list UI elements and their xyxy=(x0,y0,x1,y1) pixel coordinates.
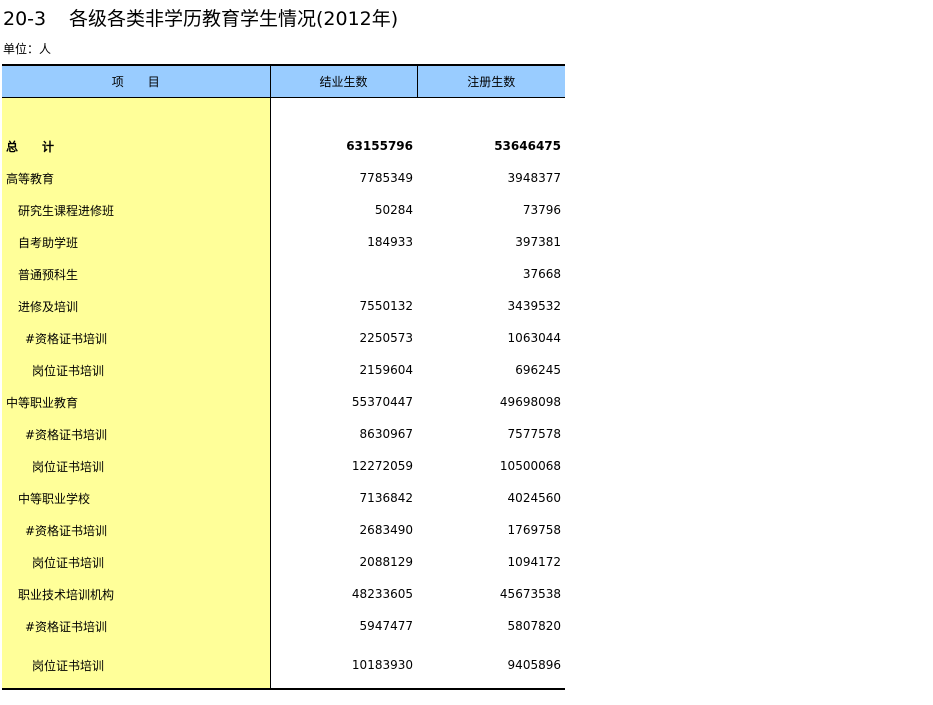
table-row: 高等教育 7785349 3948377 xyxy=(2,162,565,194)
header-row: 项 目 结业生数 注册生数 xyxy=(2,64,565,98)
row-label-cell: 中等职业学校 xyxy=(2,482,271,514)
row-label-cell: #资格证书培训 xyxy=(2,514,271,546)
registered-value: 1094172 xyxy=(507,555,561,569)
table-row: 岗位证书培训 2159604 696245 xyxy=(2,354,565,386)
table-row: 普通预科生 37668 xyxy=(2,258,565,290)
header-graduates: 结业生数 xyxy=(270,64,418,98)
graduates-value: 8630967 xyxy=(359,427,413,441)
row-label: #资格证书培训 xyxy=(25,331,108,346)
spacer-cell xyxy=(270,98,417,131)
row-label-cell: #资格证书培训 xyxy=(2,322,271,354)
row-label-cell: 中等职业教育 xyxy=(2,386,271,418)
graduates-value xyxy=(270,258,417,290)
unit-label: 单位：人 xyxy=(3,42,52,56)
registered-value: 696245 xyxy=(515,363,561,377)
table-row: #资格证书培训 2250573 1063044 xyxy=(2,322,565,354)
row-label-cell: #资格证书培训 xyxy=(2,418,271,450)
row-label: 研究生课程进修班 xyxy=(18,203,115,218)
registered-value: 397381 xyxy=(515,235,561,249)
table-row: 进修及培训 7550132 3439532 xyxy=(2,290,565,322)
registered-value: 53646475 xyxy=(494,139,561,153)
table-row: #资格证书培训 8630967 7577578 xyxy=(2,418,565,450)
row-label: 中等职业教育 xyxy=(6,395,79,410)
graduates-value: 2683490 xyxy=(359,523,413,537)
graduates-value: 7136842 xyxy=(359,491,413,505)
row-label-cell: 进修及培训 xyxy=(2,290,271,322)
row-label-cell: 高等教育 xyxy=(2,162,271,194)
graduates-value: 48233605 xyxy=(351,587,413,601)
row-label-cell: 岗位证书培训 xyxy=(2,354,271,386)
row-label: 普通预科生 xyxy=(18,267,79,282)
registered-value: 73796 xyxy=(522,203,561,217)
graduates-value: 50284 xyxy=(374,203,413,217)
table-number: 20-3 xyxy=(3,8,47,30)
table-row: 岗位证书培训 10183930 9405896 xyxy=(2,642,565,690)
graduates-value: 2159604 xyxy=(359,363,413,377)
registered-value: 37668 xyxy=(522,267,561,281)
registered-value: 7577578 xyxy=(507,427,561,441)
graduates-value: 10183930 xyxy=(270,642,417,690)
row-label: 岗位证书培训 xyxy=(32,459,105,474)
row-label: 岗位证书培训 xyxy=(32,363,105,378)
row-label: 总 计 xyxy=(6,139,55,154)
table-body: 总 计 63155796 53646475 高等教育 7785349 3948377 研究生… xyxy=(2,97,565,690)
table-row: #资格证书培训 2683490 1769758 xyxy=(2,514,565,546)
table-row: #资格证书培训 5947477 5807820 xyxy=(2,610,565,642)
row-label-cell: 岗位证书培训 xyxy=(2,642,271,690)
graduates-value: 184933 xyxy=(367,235,413,249)
table-row: 自考助学班 184933 397381 xyxy=(2,226,565,258)
row-label: #资格证书培训 xyxy=(25,523,108,538)
table-row: 职业技术培训机构 48233605 45673538 xyxy=(2,578,565,610)
registered-value: 1063044 xyxy=(507,331,561,345)
table-row: 岗位证书培训 12272059 10500068 xyxy=(2,450,565,482)
row-label: 高等教育 xyxy=(6,171,55,186)
table-row: 总 计 63155796 53646475 xyxy=(2,130,565,162)
row-label: 自考助学班 xyxy=(18,235,79,250)
graduates-value: 63155796 xyxy=(346,139,413,153)
row-label-cell: 总 计 xyxy=(2,130,271,162)
row-label-cell: 岗位证书培训 xyxy=(2,546,271,578)
row-label-cell: 自考助学班 xyxy=(2,226,271,258)
graduates-value: 55370447 xyxy=(351,395,413,409)
graduates-value: 5947477 xyxy=(359,619,413,633)
row-label: 职业技术培训机构 xyxy=(18,587,115,602)
header-item: 项 目 xyxy=(2,64,271,98)
row-label: 岗位证书培训 xyxy=(32,658,105,673)
graduates-value: 2088129 xyxy=(359,555,413,569)
registered-value: 1769758 xyxy=(507,523,561,537)
row-label: 中等职业学校 xyxy=(18,491,91,506)
row-label: #资格证书培训 xyxy=(25,427,108,442)
registered-value: 3948377 xyxy=(507,171,561,185)
row-label-cell: 研究生课程进修班 xyxy=(2,194,271,226)
graduates-value: 7550132 xyxy=(359,299,413,313)
row-label-cell: 普通预科生 xyxy=(2,258,271,290)
spacer-label-cell xyxy=(2,97,271,130)
row-label-cell: #资格证书培训 xyxy=(2,610,271,642)
table-row: 研究生课程进修班 50284 73796 xyxy=(2,194,565,226)
table-row: 岗位证书培训 2088129 1094172 xyxy=(2,546,565,578)
spacer-row xyxy=(2,97,565,131)
row-label-cell: 职业技术培训机构 xyxy=(2,578,271,610)
registered-value: 4024560 xyxy=(507,491,561,505)
spacer-cell xyxy=(417,98,565,131)
registered-value: 3439532 xyxy=(507,299,561,313)
header-registered: 注册生数 xyxy=(417,64,565,98)
row-label-cell: 岗位证书培训 xyxy=(2,450,271,482)
statistics-table: 项 目 结业生数 注册生数 总 计 63155796 53646475 高等教育 778… xyxy=(2,64,565,690)
table-row: 中等职业教育 55370447 49698098 xyxy=(2,386,565,418)
table-row: 中等职业学校 7136842 4024560 xyxy=(2,482,565,514)
graduates-value: 7785349 xyxy=(359,171,413,185)
registered-value: 9405896 xyxy=(417,642,565,690)
row-label: 岗位证书培训 xyxy=(32,555,105,570)
page-title: 20-3 各级各类非学历教育学生情况(2012年) xyxy=(3,6,398,32)
table-title: 各级各类非学历教育学生情况(2012年) xyxy=(69,8,399,30)
registered-value: 5807820 xyxy=(507,619,561,633)
registered-value: 10500068 xyxy=(499,459,561,473)
registered-value: 45673538 xyxy=(499,587,561,601)
row-label: #资格证书培训 xyxy=(25,619,108,634)
registered-value: 49698098 xyxy=(499,395,561,409)
row-label: 进修及培训 xyxy=(18,299,79,314)
graduates-value: 2250573 xyxy=(359,331,413,345)
graduates-value: 12272059 xyxy=(351,459,413,473)
